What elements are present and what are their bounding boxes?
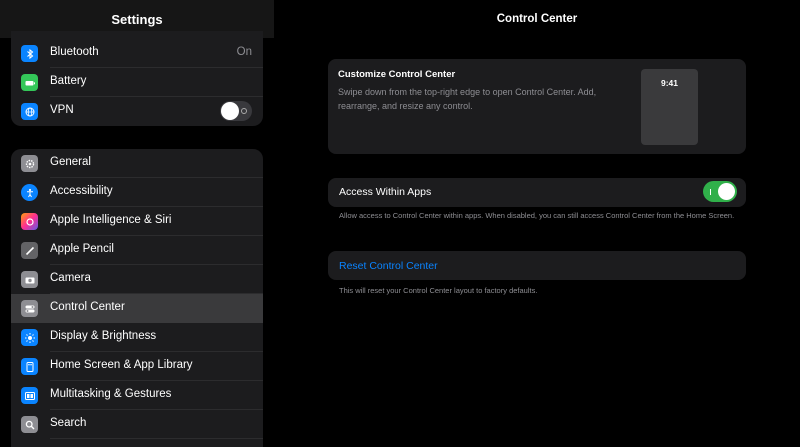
sidebar-item-label: Home Screen & App Library [50, 359, 193, 371]
access-within-apps-footnote: Allow access to Control Center within ap… [339, 211, 735, 220]
sidebar-item-label: General [50, 156, 91, 168]
page-title: Control Center [496, 13, 578, 25]
pencil-icon [21, 242, 38, 259]
sidebar-item-display-brightness[interactable]: Display & Brightness [11, 323, 263, 352]
sidebar-item-label: Accessibility [50, 185, 113, 197]
sidebar-item-general[interactable]: General [11, 149, 263, 178]
sidebar-item-label: Search [50, 417, 87, 429]
sidebar-item-apple-intelligence[interactable]: Apple Intelligence & Siri [11, 207, 263, 236]
siri-icon [21, 213, 38, 230]
sidebar-item-label: Display & Brightness [50, 330, 157, 342]
access-within-apps-toggle[interactable] [703, 181, 737, 202]
sidebar-item-accessibility[interactable]: Accessibility [11, 178, 263, 207]
battery-icon [21, 74, 38, 91]
sidebar-item-battery[interactable]: Battery [11, 68, 263, 97]
search-icon [21, 416, 38, 433]
sidebar-item-label: Battery [50, 75, 87, 87]
accessibility-icon [21, 184, 38, 201]
multitasking-icon [21, 387, 38, 404]
globe-icon [21, 103, 38, 120]
sidebar-group-connectivity: Bluetooth On Battery VPN [11, 31, 263, 126]
sidebar-item-label: VPN [50, 104, 74, 116]
customize-control-center-card[interactable]: Customize Control Center Swipe down from… [328, 59, 746, 154]
camera-icon [21, 271, 38, 288]
sidebar-item-label: Multitasking & Gestures [50, 388, 172, 400]
toggle-off-indicator [241, 108, 247, 114]
toggles-icon [21, 300, 38, 317]
sidebar-item-multitasking[interactable]: Multitasking & Gestures [11, 381, 263, 410]
reset-footnote: This will reset your Control Center layo… [339, 286, 538, 295]
toggle-knob [718, 183, 735, 200]
sidebar-item-label: Camera [50, 272, 91, 284]
settings-sidebar: Bluetooth On Battery VPN General Accessi… [0, 0, 274, 447]
customize-description: Swipe down from the top-right edge to op… [338, 87, 597, 111]
sidebar-item-label: Apple Pencil [50, 243, 114, 255]
gear-icon [21, 155, 38, 172]
sidebar-item-label: Apple Intelligence & Siri [50, 214, 172, 226]
toggle-on-indicator [710, 189, 711, 195]
preview-time: 9:41 [660, 78, 678, 88]
control-center-preview: 9:41 [641, 69, 698, 145]
toggle-knob [221, 102, 239, 120]
sidebar-item-label: Control Center [50, 301, 125, 313]
sidebar-item-label: Bluetooth [50, 46, 99, 58]
sidebar-item-apple-pencil[interactable]: Apple Pencil [11, 236, 263, 265]
home-screen-icon [21, 358, 38, 375]
sidebar-item-camera[interactable]: Camera [11, 265, 263, 294]
sidebar-item-search[interactable]: Search [11, 410, 263, 439]
reset-control-center-button[interactable]: Reset Control Center [328, 251, 746, 280]
sidebar-item-control-center[interactable]: Control Center [11, 294, 263, 323]
sidebar-item-home-screen[interactable]: Home Screen & App Library [11, 352, 263, 381]
reset-control-center-label: Reset Control Center [339, 260, 438, 272]
bluetooth-status: On [236, 46, 252, 58]
sun-icon [21, 329, 38, 346]
sidebar-title: Settings [111, 12, 163, 27]
access-within-apps-label: Access Within Apps [339, 186, 432, 198]
sidebar-item-bluetooth[interactable]: Bluetooth On [11, 39, 263, 68]
customize-heading: Customize Control Center [338, 69, 456, 80]
bluetooth-icon [21, 45, 38, 62]
divider [50, 438, 263, 439]
sidebar-group-general: General Accessibility Apple Intelligence… [11, 149, 263, 447]
sidebar-item-vpn[interactable]: VPN [11, 97, 263, 126]
vpn-toggle[interactable] [220, 101, 252, 121]
access-within-apps-row: Access Within Apps [328, 178, 746, 207]
